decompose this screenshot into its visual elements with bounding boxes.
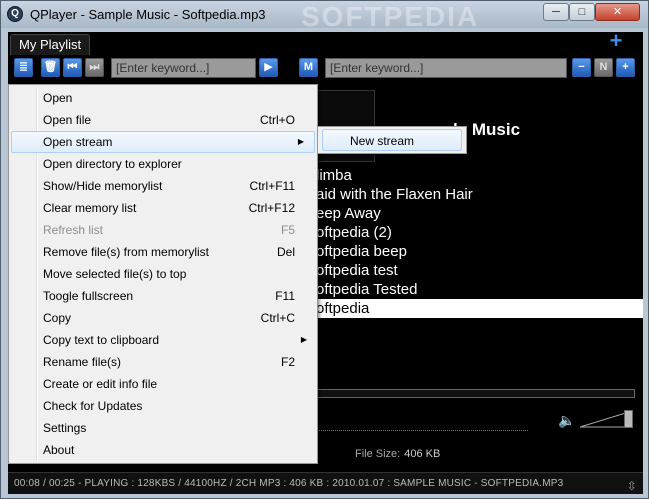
open-stream-submenu: New stream <box>317 126 467 154</box>
playlist-track[interactable]: eep Away <box>308 204 643 223</box>
minimize-button[interactable]: ─ <box>543 3 569 21</box>
divider <box>308 430 528 431</box>
list-view-button[interactable]: ≣ <box>14 58 33 77</box>
m-button[interactable]: M <box>299 58 318 77</box>
menu-item-shortcut: Ctrl+F12 <box>248 201 295 215</box>
menu-item-open-file[interactable]: Open file Ctrl+O <box>9 109 317 131</box>
menu-item-new-stream[interactable]: New stream <box>322 129 462 151</box>
playlist: limba aid with the Flaxen Hair eep Away … <box>308 166 643 318</box>
menu-item-label: Copy <box>43 311 72 325</box>
trash-icon: 🗑 <box>43 61 58 73</box>
playlist-track[interactable]: oftpedia Tested <box>308 280 643 299</box>
menu-item-shortcut: Ctrl+F11 <box>249 179 295 193</box>
title-bar[interactable]: Q QPlayer - Sample Music - Softpedia.mp3… <box>1 1 648 32</box>
menu-item-label: Move selected file(s) to top <box>43 267 187 281</box>
menu-item-toogle-fullscreen[interactable]: Toogle fullscreen F11 <box>9 285 317 307</box>
volume-handle[interactable] <box>624 410 633 428</box>
tab-my-playlist[interactable]: My Playlist <box>10 34 91 55</box>
menu-item-open-stream[interactable]: Open stream ▶ <box>11 131 315 153</box>
list-icon: ≣ <box>18 61 29 73</box>
menu-item-label: Toogle fullscreen <box>43 289 134 303</box>
seek-bar[interactable] <box>308 389 635 398</box>
menu-item-shortcut: Del <box>276 245 295 259</box>
close-button[interactable]: ✕ <box>595 3 640 21</box>
menu-item-show-hide-memorylist[interactable]: Show/Hide memorylist Ctrl+F11 <box>9 175 317 197</box>
menu-item-copy-text-to-clipboard[interactable]: Copy text to clipboard ▶ <box>9 329 317 351</box>
menu-item-shortcut: F5 <box>280 223 295 237</box>
playlist-track[interactable]: limba <box>308 166 643 185</box>
context-menu: Open Open file Ctrl+O Open stream ▶ Open dire… <box>8 84 318 464</box>
skip-forward-icon: ⏭ <box>89 61 100 73</box>
n-button[interactable]: N <box>594 58 613 77</box>
menu-item-label: Check for Updates <box>43 399 143 413</box>
menu-item-label: Show/Hide memorylist <box>43 179 163 193</box>
left-search-button[interactable]: ▶ <box>259 58 278 77</box>
menu-item-shortcut: Ctrl+O <box>259 113 295 127</box>
file-size-label: File Size: <box>355 448 401 460</box>
menu-item-open-directory-to-explorer[interactable]: Open directory to explorer <box>9 153 317 175</box>
menu-item-label: Create or edit info file <box>43 377 158 391</box>
menu-item-label: Copy text to clipboard <box>43 333 160 347</box>
status-text: 00:08 / 00:25 - PLAYING : 128KBS / 44100… <box>14 478 564 489</box>
speaker-icon[interactable]: 🔈 <box>558 412 575 429</box>
menu-item-label: Open stream <box>43 135 113 149</box>
menu-item-label: About <box>43 443 75 457</box>
status-bar: 00:08 / 00:25 - PLAYING : 128KBS / 44100… <box>8 472 643 494</box>
menu-item-settings[interactable]: Settings <box>9 417 317 439</box>
playlist-track-selected[interactable]: oftpedia <box>308 299 643 318</box>
qplayer-logo-icon[interactable]: Q <box>7 6 23 22</box>
menu-item-copy[interactable]: Copy Ctrl+C <box>9 307 317 329</box>
menu-item-check-for-updates[interactable]: Check for Updates <box>9 395 317 417</box>
plus-button[interactable]: + <box>616 58 635 77</box>
menu-item-label: Remove file(s) from memorylist <box>43 245 210 259</box>
playlist-track[interactable]: aid with the Flaxen Hair <box>308 185 643 204</box>
menu-arrows-icon[interactable]: ⇳ <box>627 476 637 497</box>
skip-back-icon: ⏮ <box>67 61 78 73</box>
menu-item-label: Open <box>43 91 73 105</box>
add-playlist-button[interactable]: + <box>608 30 624 52</box>
menu-item-remove-file-s-from-memorylist[interactable]: Remove file(s) from memorylist Del <box>9 241 317 263</box>
menu-item-refresh-list[interactable]: Refresh list F5 <box>9 219 317 241</box>
menu-item-shortcut: F2 <box>280 355 295 369</box>
menu-item-shortcut: Ctrl+C <box>260 311 295 325</box>
menu-item-move-selected-file-s-to-top[interactable]: Move selected file(s) to top <box>9 263 317 285</box>
next-button[interactable]: ⏭ <box>85 58 104 77</box>
playlist-track[interactable]: oftpedia test <box>308 261 643 280</box>
play-arrow-icon: ▶ <box>264 61 273 73</box>
playlist-track[interactable]: oftpedia (2) <box>308 223 643 242</box>
menu-item-label: Rename file(s) <box>43 355 122 369</box>
previous-button[interactable]: ⏮ <box>63 58 82 77</box>
left-keyword-input[interactable]: [Enter keyword...] <box>111 58 256 78</box>
right-keyword-input[interactable]: [Enter keyword...] <box>325 58 567 78</box>
menu-item-label: Clear memory list <box>43 201 137 215</box>
submenu-arrow-icon: ▶ <box>300 335 307 344</box>
menu-item-label: Settings <box>43 421 87 435</box>
menu-item-rename-file-s[interactable]: Rename file(s) F2 <box>9 351 317 373</box>
menu-item-label: Open directory to explorer <box>43 157 182 171</box>
menu-item-label: Open file <box>43 113 92 127</box>
menu-item-label: Refresh list <box>43 223 104 237</box>
delete-button[interactable]: 🗑 <box>41 58 60 77</box>
submenu-arrow-icon: ▶ <box>297 137 304 146</box>
file-size-value: 406 KB <box>404 448 441 460</box>
menu-item-clear-memory-list[interactable]: Clear memory list Ctrl+F12 <box>9 197 317 219</box>
playlist-track[interactable]: oftpedia beep <box>308 242 643 261</box>
menu-item-create-or-edit-info-file[interactable]: Create or edit info file <box>9 373 317 395</box>
window-title: QPlayer - Sample Music - Softpedia.mp3 <box>30 7 266 22</box>
minus-button[interactable]: − <box>572 58 591 77</box>
watermark: SOFTPEDIA <box>301 1 480 32</box>
file-size-info: File Size: 406 KB <box>355 448 440 460</box>
maximize-button[interactable]: □ <box>569 3 595 21</box>
menu-item-open[interactable]: Open <box>9 87 317 109</box>
menu-item-shortcut: F11 <box>275 289 295 303</box>
menu-item-about[interactable]: About <box>9 439 317 461</box>
